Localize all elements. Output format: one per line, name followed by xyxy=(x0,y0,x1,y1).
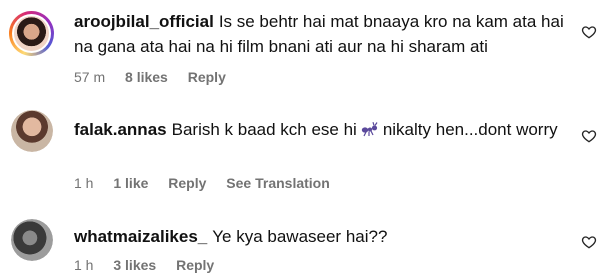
comment-text: aroojbilal_official Is se behtr hai mat b… xyxy=(74,9,571,59)
avatar[interactable] xyxy=(11,110,53,152)
comment-meta: 1 h 3 likes Reply xyxy=(74,257,230,273)
reply-button[interactable]: Reply xyxy=(168,175,206,191)
comment-meta: 1 h 1 like Reply See Translation xyxy=(74,175,346,191)
comment-body: Ye kya bawaseer hai?? xyxy=(212,227,388,246)
avatar[interactable] xyxy=(9,11,54,56)
see-translation-button[interactable]: See Translation xyxy=(226,175,329,191)
heart-outline-icon[interactable] xyxy=(581,234,597,250)
comment-time: 1 h xyxy=(74,175,94,191)
comment-time: 1 h xyxy=(74,257,94,273)
comment-likes[interactable]: 3 likes xyxy=(113,257,156,273)
comment-likes[interactable]: 8 likes xyxy=(125,69,168,85)
comment-text: whatmaizalikes_ Ye kya bawaseer hai?? xyxy=(74,224,571,249)
comment-meta: 57 m 8 likes Reply xyxy=(74,69,242,85)
comment-time: 57 m xyxy=(74,69,106,85)
reply-button[interactable]: Reply xyxy=(188,69,226,85)
comment-username[interactable]: whatmaizalikes_ xyxy=(74,227,207,246)
comment-body-end: nikalty hen...dont worry xyxy=(382,120,558,139)
comment-text: falak.annas Barish k baad kch ese hi nika… xyxy=(74,117,571,142)
heart-outline-icon[interactable] xyxy=(581,128,597,144)
comment-body-start: Barish k baad kch ese hi xyxy=(171,120,357,139)
comment-item: whatmaizalikes_ Ye kya bawaseer hai?? 1 h… xyxy=(0,212,607,277)
ant-emoji-icon xyxy=(361,122,378,137)
comment-username[interactable]: falak.annas xyxy=(74,120,167,139)
comment-item: falak.annas Barish k baad kch ese hi nika… xyxy=(0,105,607,200)
heart-outline-icon[interactable] xyxy=(581,24,597,40)
comment-likes[interactable]: 1 like xyxy=(113,175,148,191)
reply-button[interactable]: Reply xyxy=(176,257,214,273)
comment-username[interactable]: aroojbilal_official xyxy=(74,12,214,31)
avatar[interactable] xyxy=(11,219,53,261)
comment-item: aroojbilal_official Is se behtr hai mat b… xyxy=(0,0,607,95)
